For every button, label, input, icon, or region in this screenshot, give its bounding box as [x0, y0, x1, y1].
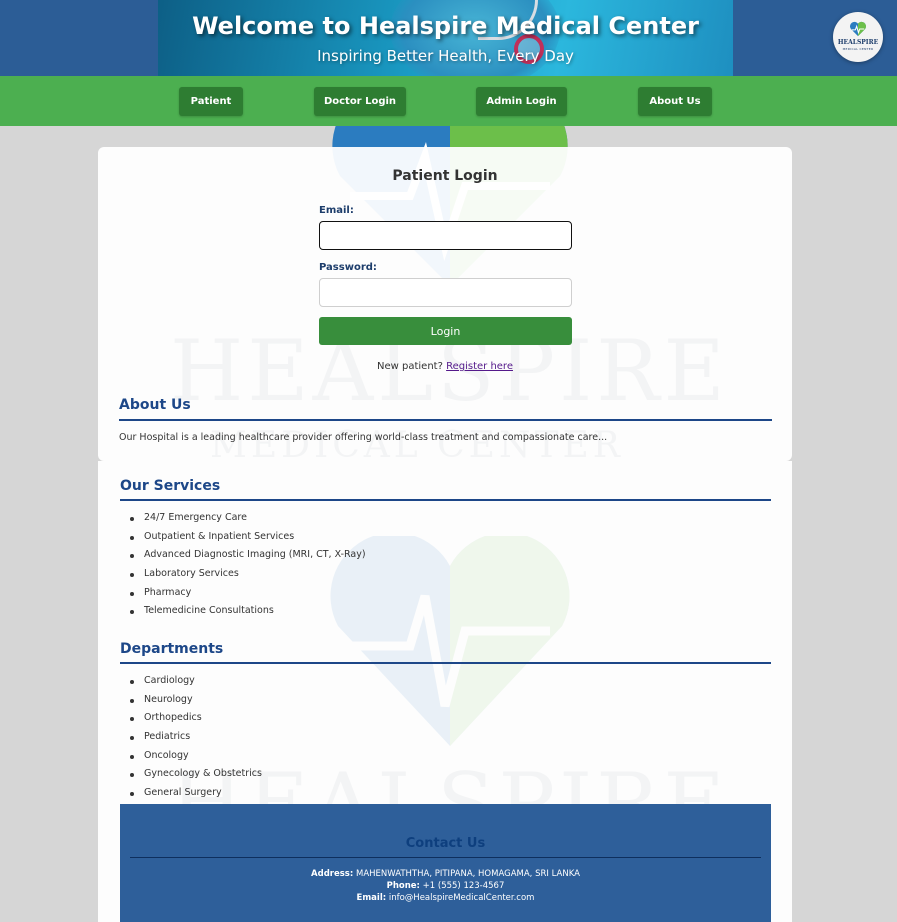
nav-admin-login-button[interactable]: Admin Login [476, 87, 567, 116]
services-divider [120, 499, 771, 501]
list-item: Gynecology & Obstetrics [130, 765, 262, 784]
nav-doctor-login-button[interactable]: Doctor Login [314, 87, 406, 116]
logo-subtext: MEDICAL CENTER [842, 47, 874, 51]
email-label: Email: [319, 205, 354, 216]
list-item: Cardiology [130, 672, 262, 691]
list-item: Pharmacy [130, 584, 366, 603]
list-item: Laboratory Services [130, 565, 366, 584]
about-title: About Us [119, 397, 191, 413]
list-item: Outpatient & Inpatient Services [130, 528, 366, 547]
contact-section [120, 804, 771, 922]
login-button[interactable]: Login [319, 317, 572, 345]
contact-address: Address: MAHENWATHTHA, PITIPANA, HOMAGAM… [120, 869, 771, 879]
address-value: MAHENWATHTHA, PITIPANA, HOMAGAMA, SRI LA… [355, 869, 580, 879]
main-navbar: Patient Doctor Login Admin Login About U… [0, 76, 897, 126]
address-label: Address: [311, 869, 354, 879]
departments-title: Departments [120, 641, 224, 657]
logo-text: HEALSPIRE [837, 39, 879, 46]
watermark-heart-icon [330, 536, 570, 746]
login-title: Patient Login [392, 168, 498, 184]
phone-label: Phone: [386, 881, 420, 891]
about-text: Our Hospital is a leading healthcare pro… [119, 432, 608, 443]
list-item: 24/7 Emergency Care [130, 509, 366, 528]
services-title: Our Services [120, 478, 221, 494]
password-field[interactable] [319, 278, 572, 307]
list-item: Advanced Diagnostic Imaging (MRI, CT, X-… [130, 546, 366, 565]
heart-logo-icon [850, 21, 866, 37]
nav-about-us-button[interactable]: About Us [638, 87, 712, 116]
contact-email: Email: info@HealspireMedicalCenter.com [120, 893, 771, 903]
list-item: General Surgery [130, 784, 262, 803]
header-subtitle: Inspiring Better Health, Every Day [317, 47, 574, 65]
register-prompt-text: New patient? [377, 361, 443, 372]
nav-patient-button[interactable]: Patient [179, 87, 243, 116]
list-item: Orthopedics [130, 709, 262, 728]
email-field[interactable] [319, 221, 572, 250]
services-list: 24/7 Emergency Care Outpatient & Inpatie… [130, 509, 366, 621]
phone-value: +1 (555) 123-4567 [422, 881, 505, 891]
departments-divider [120, 662, 771, 664]
contact-divider [130, 857, 761, 858]
contact-phone: Phone: +1 (555) 123-4567 [120, 881, 771, 891]
site-logo[interactable]: HEALSPIRE MEDICAL CENTER [833, 12, 883, 62]
password-label: Password: [319, 262, 377, 273]
site-header: Welcome to Healspire Medical Center Insp… [0, 0, 897, 76]
list-item: Telemedicine Consultations [130, 602, 366, 621]
list-item: Pediatrics [130, 728, 262, 747]
register-prompt: New patient? Register here [98, 361, 792, 372]
contact-title: Contact Us [405, 836, 486, 851]
header-title: Welcome to Healspire Medical Center [192, 12, 699, 40]
departments-list: Cardiology Neurology Orthopedics Pediatr… [130, 672, 262, 803]
list-item: Neurology [130, 691, 262, 710]
about-divider [119, 419, 772, 421]
register-link[interactable]: Register here [446, 361, 513, 372]
email-value[interactable]: info@HealspireMedicalCenter.com [389, 893, 535, 903]
email-label-contact: Email: [356, 893, 387, 903]
list-item: Oncology [130, 747, 262, 766]
